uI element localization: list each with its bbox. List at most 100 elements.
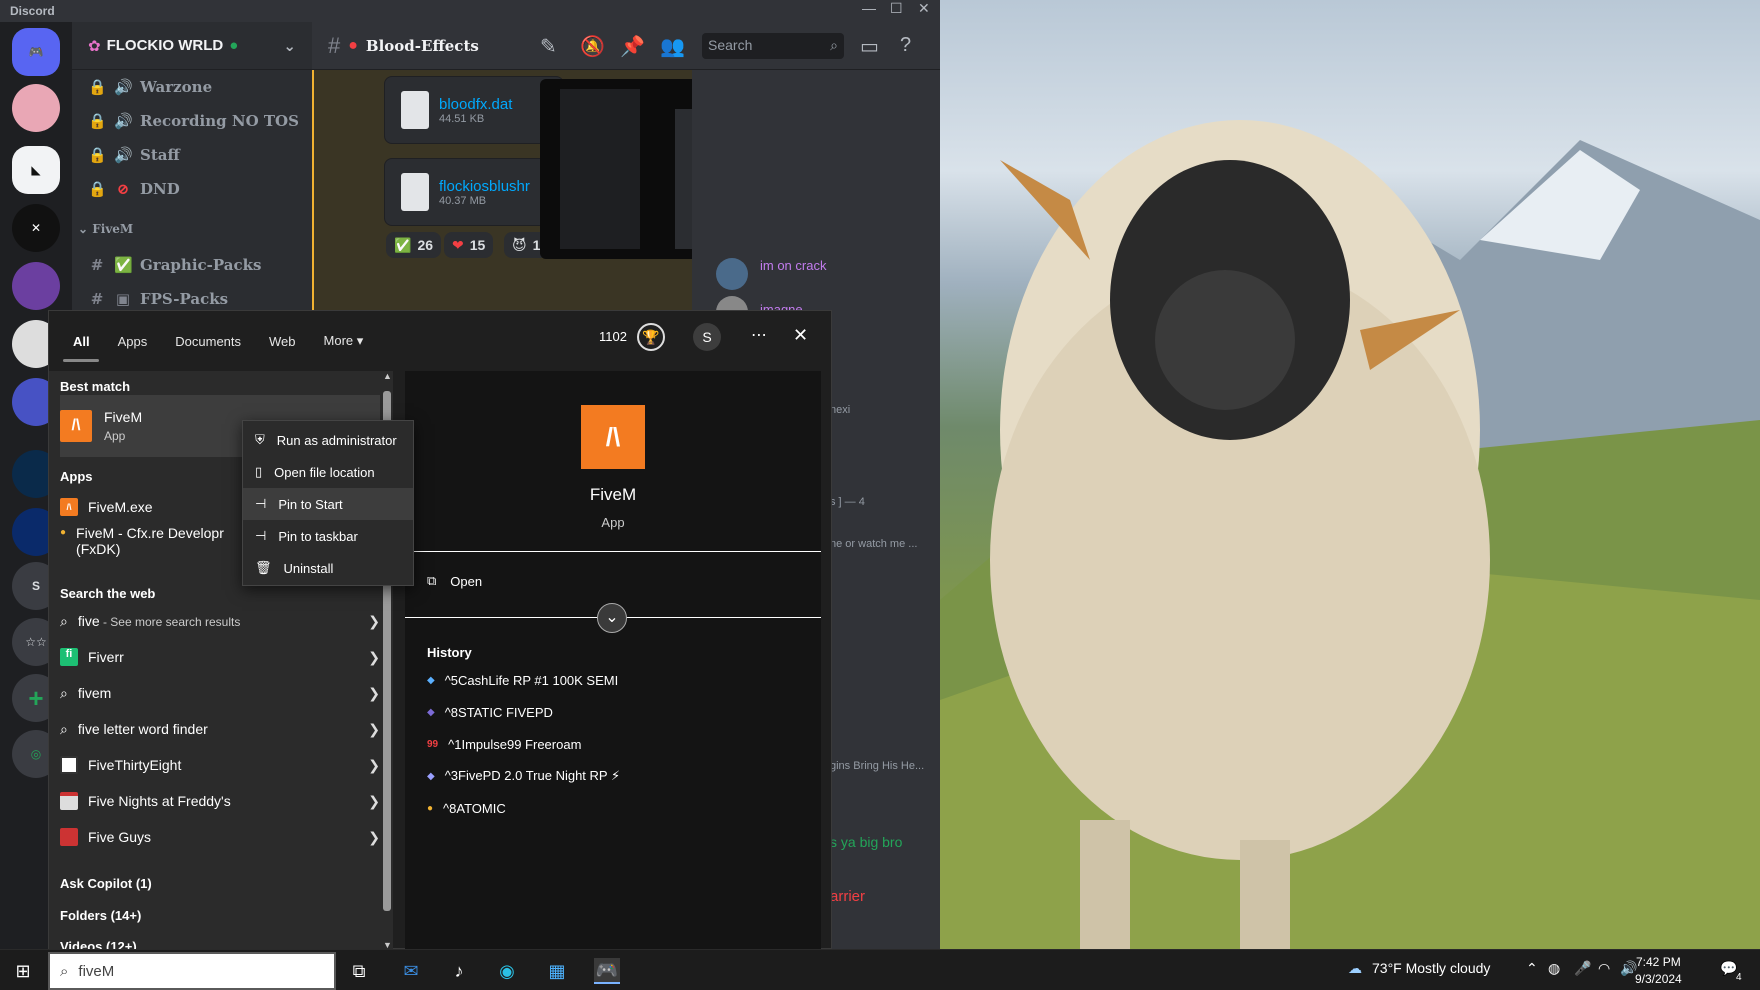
tab-all[interactable]: All — [73, 334, 90, 349]
discord-taskbar-icon[interactable]: 🎮 — [594, 958, 620, 984]
tiktok-icon[interactable]: ♪ — [446, 958, 472, 984]
windows-start-icon[interactable]: ⊞ — [10, 958, 36, 984]
history-item[interactable]: ● ^8ATOMIC — [427, 793, 506, 823]
menu-label: Uninstall — [283, 560, 334, 576]
history-item[interactable]: ◆ ^5CashLife RP #1 100K SEMI — [427, 665, 618, 695]
clock-time: 7:42 PM — [1636, 955, 1681, 969]
minimize-icon[interactable]: — — [862, 0, 876, 16]
microphone-icon[interactable]: 🎤 — [1574, 960, 1591, 977]
search-input[interactable]: Search ⌕ — [702, 33, 844, 59]
tab-web[interactable]: Web — [269, 334, 296, 349]
menu-uninstall[interactable]: 🗑 Uninstall — [243, 552, 413, 584]
open-action[interactable]: ⧉ Open — [427, 563, 482, 599]
file-name[interactable]: flockiosblushr — [439, 178, 530, 195]
web-result[interactable]: ⌕ five letter word finder ❯ — [60, 713, 380, 745]
chevron-down-icon[interactable]: ⌄ — [283, 37, 296, 55]
channel-item[interactable]: 🔒 🔊 Staff — [88, 140, 180, 170]
web-result[interactable]: Five Nights at Freddy's ❯ — [60, 785, 380, 817]
channel-item[interactable]: 🔒 ⊘ DND — [88, 174, 180, 204]
rewards-trophy-icon[interactable]: 🏆 — [637, 323, 665, 351]
discord-home-icon[interactable]: 🎮 — [12, 28, 60, 76]
trash-icon: 🗑 — [255, 560, 272, 575]
maximize-icon[interactable]: ☐ — [890, 0, 903, 17]
file-name[interactable]: bloodfx.dat — [439, 96, 512, 113]
message-text: s ] — 4 — [830, 496, 865, 508]
clock[interactable]: 7:42 PM 9/3/2024 — [1635, 954, 1682, 988]
dnd-icon: ⊘ — [116, 180, 130, 198]
server-icon: ◆ — [427, 674, 435, 686]
edge-icon[interactable]: ◉ — [494, 958, 520, 984]
threads-icon[interactable]: ✎ — [540, 34, 557, 59]
section-folders[interactable]: Folders (14+) — [60, 908, 141, 923]
web-result[interactable]: fi Fiverr ❯ — [60, 641, 380, 673]
best-match-type: App — [104, 429, 126, 443]
fivem-icon: /\ — [60, 498, 78, 516]
history-item[interactable]: 99 ^1Impulse99 Freeroam — [427, 729, 581, 759]
server-header[interactable]: ✿ FLOCKIO WRLD ● ⌄ — [72, 22, 312, 70]
store-icon[interactable]: ▦ — [544, 958, 570, 984]
category-header[interactable]: ⌄ FiveM — [78, 222, 133, 236]
file-attachment[interactable]: flockiosblushr 40.37 MB — [384, 158, 564, 226]
server-icon[interactable] — [12, 84, 60, 132]
web-result[interactable]: ⌕ five - See more search results ❯ — [60, 605, 380, 637]
wifi-icon[interactable]: ◠ — [1598, 960, 1610, 977]
weather-icon[interactable]: ☁ — [1348, 960, 1362, 977]
scroll-up-icon[interactable]: ▲ — [383, 371, 392, 381]
web-result-name: Five Guys — [88, 829, 152, 845]
menu-label: Pin to Start — [278, 496, 343, 512]
pin-icon[interactable]: 📌 — [620, 34, 645, 59]
web-result[interactable]: ⌕ fivem ❯ — [60, 677, 380, 709]
history-item[interactable]: ◆ ^3FivePD 2.0 True Night RP ⚡ — [427, 761, 620, 791]
history-text: ^1Impulse99 Freeroam — [448, 736, 582, 752]
tab-documents[interactable]: Documents — [175, 334, 241, 349]
file-icon — [401, 173, 429, 211]
weather-text[interactable]: 73°F Mostly cloudy — [1372, 960, 1490, 976]
channel-item[interactable]: 🔒 🔊 Recording NO TOS — [88, 106, 299, 136]
web-result[interactable]: FiveThirtyEight ❯ — [60, 749, 380, 781]
tab-apps[interactable]: Apps — [118, 334, 148, 349]
reaction[interactable]: ❤ 15 — [444, 232, 494, 258]
tab-more[interactable]: More ▾ — [324, 333, 364, 349]
mute-icon[interactable]: 🔕 — [580, 34, 605, 59]
hash-icon: # — [90, 256, 104, 274]
file-attachment[interactable]: bloodfx.dat 44.51 KB — [384, 76, 564, 144]
close-icon[interactable]: ✕ — [793, 325, 808, 346]
server-icon[interactable]: ◣ — [12, 146, 60, 194]
section-web: Search the web — [60, 586, 156, 601]
menu-pin-to-start[interactable]: ⊣ Pin to Start — [243, 488, 413, 520]
reaction-emoji: ❤ — [452, 236, 464, 253]
close-icon[interactable]: ✕ — [918, 0, 930, 17]
menu-pin-to-taskbar[interactable]: ⊣ Pin to taskbar — [243, 520, 413, 552]
channel-item[interactable]: 🔒 🔊 Warzone — [88, 72, 212, 102]
reaction[interactable]: ✅ 26 — [386, 232, 442, 258]
taskbar-search-input[interactable]: ⌕ fiveM — [48, 952, 336, 990]
members-icon[interactable]: 👥 — [660, 34, 685, 59]
menu-label: Pin to taskbar — [278, 528, 358, 544]
tray-expand-icon[interactable]: ⌃ — [1526, 960, 1538, 977]
notifications-icon[interactable]: 💬 — [1720, 960, 1737, 977]
speaker-icon: 🔊 — [114, 78, 133, 96]
lock-icon: 🔒 — [88, 146, 107, 164]
server-icon[interactable] — [12, 262, 60, 310]
more-options-icon[interactable]: ⋯ — [751, 325, 767, 345]
shield-icon: ⛨ — [255, 432, 265, 447]
task-view-icon[interactable]: ⧉ — [346, 958, 372, 984]
channel-item[interactable]: # ✅ Graphic-Packs — [88, 250, 262, 280]
expand-chevron-icon[interactable]: ⌄ — [597, 603, 627, 633]
context-menu: ⛨ Run as administrator ▯ Open file locatio… — [242, 420, 414, 586]
server-icon[interactable]: ✕ — [12, 204, 60, 252]
app-tray-icon[interactable]: ◍ — [1548, 960, 1560, 977]
menu-run-as-admin[interactable]: ⛨ Run as administrator — [243, 424, 413, 456]
help-icon[interactable]: ? — [900, 34, 911, 57]
user-avatar[interactable]: S — [693, 323, 721, 351]
rewards-points[interactable]: 1102 — [599, 329, 627, 344]
menu-open-file-location[interactable]: ▯ Open file location — [243, 456, 413, 488]
caret-down-icon: ▾ — [356, 333, 364, 348]
inbox-icon[interactable]: ▭ — [860, 34, 879, 59]
web-result[interactable]: Five Guys ❯ — [60, 821, 380, 853]
hash-icon: # — [328, 32, 341, 58]
mail-icon[interactable]: ✉ — [398, 958, 424, 984]
section-ask-copilot[interactable]: Ask Copilot (1) — [60, 876, 152, 891]
history-item[interactable]: ◆ ^8STATIC FIVEPD — [427, 697, 553, 727]
taskbar: ⊞ ⌕ fiveM ⧉ ✉ ♪ ◉ ▦ 🎮 ☁ 73°F Mostly cloud… — [0, 949, 1760, 990]
